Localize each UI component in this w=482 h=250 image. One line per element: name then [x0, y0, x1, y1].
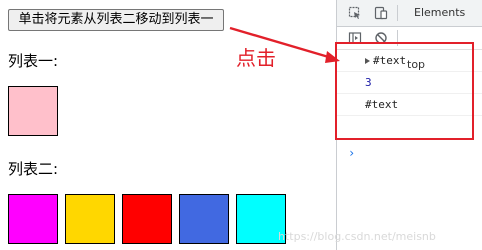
console-prompt-icon[interactable]: ›	[348, 146, 355, 160]
list-box	[122, 194, 172, 244]
watermark: https://blog.csdn.net/meisnb	[278, 230, 436, 243]
annotation-label: 点击	[236, 46, 276, 70]
highlight-box	[335, 42, 474, 140]
list-two-title: 列表二:	[8, 160, 59, 178]
tab-elements[interactable]: Elements	[414, 6, 465, 20]
list-box	[8, 86, 58, 136]
list-box	[65, 194, 115, 244]
devtools-toolbar: Elements	[337, 0, 482, 27]
move-element-button[interactable]: 单击将元素从列表二移动到列表一	[8, 9, 224, 31]
device-toggle-icon[interactable]	[373, 5, 389, 21]
list-one-title: 列表一:	[8, 52, 59, 70]
toolbar-divider	[397, 5, 398, 21]
list-box	[8, 194, 58, 244]
list-box	[179, 194, 229, 244]
cursor-select-icon[interactable]	[347, 5, 363, 21]
